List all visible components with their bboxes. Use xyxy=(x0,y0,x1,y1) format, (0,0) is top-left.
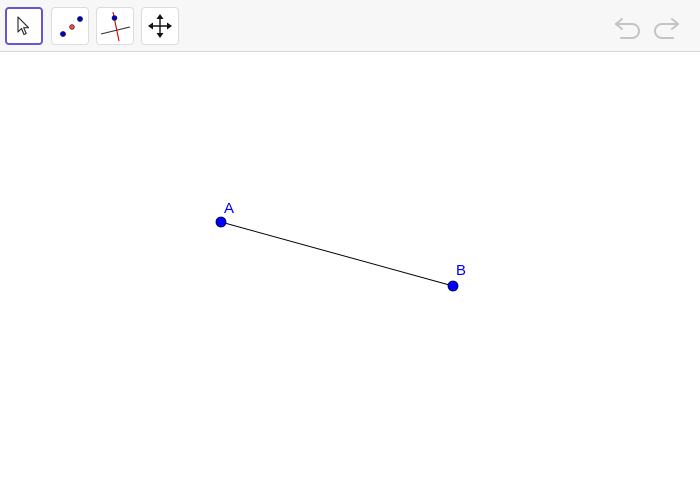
point-a[interactable] xyxy=(215,216,227,228)
point-a-label: A xyxy=(224,200,234,217)
point-b-label: B xyxy=(456,262,466,279)
geogebra-app: A B xyxy=(0,0,700,500)
undo-button[interactable] xyxy=(613,14,643,40)
perpendicular-line-icon xyxy=(100,11,131,42)
undo-icon xyxy=(615,18,640,39)
point-b[interactable] xyxy=(447,280,459,292)
points-icon xyxy=(60,16,83,37)
perpendicular-line-tool-button[interactable] xyxy=(96,7,134,45)
move-graphics-view-tool-button[interactable] xyxy=(141,7,179,45)
redo-button[interactable] xyxy=(651,14,681,40)
toolbar xyxy=(0,0,700,52)
graphics-view[interactable]: A B xyxy=(0,53,700,500)
move-arrows-icon xyxy=(148,14,172,38)
redo-icon xyxy=(654,18,679,39)
segment-ab[interactable] xyxy=(220,221,454,287)
move-tool-button[interactable] xyxy=(5,7,43,45)
point-tool-button[interactable] xyxy=(51,7,89,45)
arrow-cursor-icon xyxy=(17,16,30,36)
